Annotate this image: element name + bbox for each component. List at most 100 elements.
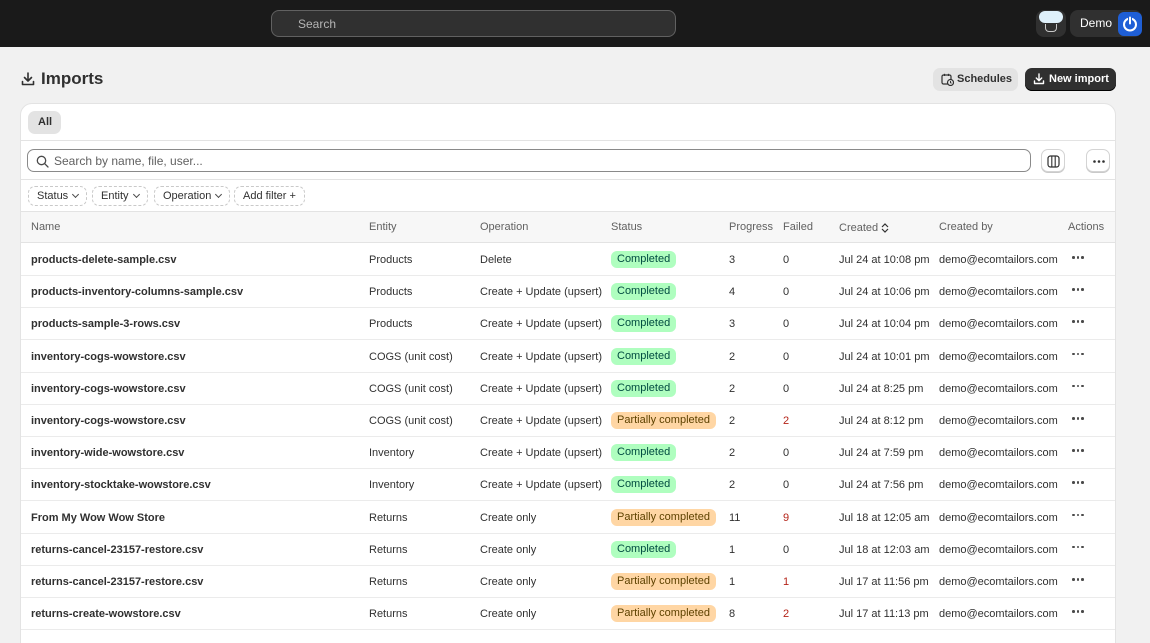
dot [1076,481,1079,484]
import-operation: Create + Update (upsert) [480,382,602,395]
import-progress: 2 [729,415,736,427]
table-row[interactable]: products-delete-sample.csv Products Delete… [21,244,1115,276]
row-actions-icon[interactable] [1070,540,1086,554]
table-row[interactable]: products-sample-3-rows.csv Products Create… [21,308,1115,341]
import-operation: Create + Update (upsert) [480,447,602,460]
dot [1072,545,1075,549]
filter-status[interactable]: Status [28,186,88,206]
dot [1076,352,1079,356]
columns-button[interactable] [1041,149,1065,172]
column-actions: Actions [1068,221,1105,233]
more-options-button[interactable] [1086,149,1110,172]
column-failed[interactable]: Failed [783,221,813,233]
import-progress: 11 [729,511,741,524]
dot [1076,417,1079,420]
new-import-button[interactable]: New import [1025,68,1116,91]
table-row[interactable]: inventory-cogs-wowstore.csv COGS (unit co… [21,373,1115,405]
import-created-date: Jul 17 at 11:13 pm [839,608,929,621]
add-filter-button[interactable]: Add filter + [234,186,305,206]
import-file-name: products-sample-3-rows.csv [31,318,181,331]
dot [1072,320,1075,323]
dot [1076,256,1079,259]
dot [1076,513,1079,517]
import-failed-count: 9 [783,511,790,524]
row-actions-icon[interactable] [1070,443,1086,457]
table-row[interactable]: inventory-cogs-wowstore.csv COGS (unit co… [21,405,1115,437]
column-created-by[interactable]: Created by [939,221,993,233]
search-row: Search by name, file, user... [21,142,1115,180]
import-created-date: Jul 24 at 10:08 pm [839,254,930,266]
import-progress: 2 [729,479,736,492]
column-progress[interactable]: Progress [729,221,773,233]
row-actions-icon[interactable] [1070,250,1086,264]
import-created-by: demo@ecomtailors.com [939,608,1058,621]
notifications-button[interactable] [1036,10,1066,37]
dot [1081,481,1084,484]
avatar[interactable] [1118,12,1142,36]
column-name[interactable]: Name [31,221,60,233]
status-badge: Completed [611,444,677,462]
row-actions-icon[interactable] [1070,282,1086,296]
import-created-by: demo@ecomtailors.com [939,543,1058,556]
row-actions-icon[interactable] [1070,411,1086,425]
import-entity: Returns [369,511,408,524]
import-file-name: inventory-wide-wowstore.csv [31,447,185,460]
import-progress: 8 [729,608,736,621]
import-created-by: demo@ecomtailors.com [939,254,1058,266]
import-failed-count: 0 [783,543,790,556]
row-actions-icon[interactable] [1070,604,1086,618]
notification-bubble-icon [1039,11,1063,23]
import-progress: 2 [729,447,736,460]
column-operation[interactable]: Operation [480,221,528,233]
import-created-by: demo@ecomtailors.com [939,511,1058,524]
import-file-name: returns-cancel-23157-restore.csv [31,576,204,588]
row-actions-icon[interactable] [1070,347,1086,361]
column-created[interactable]: Created [839,221,889,234]
global-search-input[interactable]: Search [271,10,676,37]
filter-row: Status Entity Operation Add filter + [21,181,1115,212]
table-row[interactable]: returns-create-wowstore.csv Returns Create… [21,598,1115,631]
row-actions-icon[interactable] [1070,572,1086,586]
row-actions-icon[interactable] [1070,475,1086,489]
filter-entity[interactable]: Entity [92,186,148,206]
dot [1072,513,1075,517]
filter-operation[interactable]: Operation [154,186,231,206]
dot [1081,352,1084,356]
column-entity[interactable]: Entity [369,221,397,233]
table-row[interactable]: products-inventory-columns-sample.csv Pro… [21,276,1115,309]
import-entity: Returns [369,608,408,621]
import-operation: Create only [480,511,537,524]
row-actions-icon[interactable] [1070,314,1086,328]
dot [1072,288,1075,291]
import-failed-count: 0 [783,318,790,331]
table-row[interactable]: returns-cancel-23157-restore.csv Returns C… [21,566,1115,598]
table-row[interactable]: From My Wow Wow Store Returns Create only P… [21,502,1115,534]
table-row[interactable]: inventory-wide-wowstore.csv Inventory Crea… [21,437,1115,470]
table-row[interactable]: inventory-cogs-wowstore.csv COGS (unit co… [21,341,1115,373]
schedules-button[interactable]: Schedules [933,68,1018,91]
status-badge: Completed [611,476,677,494]
import-entity: COGS (unit cost) [369,350,453,363]
table-row[interactable]: returns-cancel-23157-restore.csv Returns C… [21,534,1115,566]
schedules-label: Schedules [957,73,1013,85]
table-row[interactable]: inventory-stocktake-wowstore.csv Inventor… [21,469,1115,502]
dot [1081,320,1084,323]
search-input[interactable]: Search by name, file, user... [27,149,1031,172]
import-entity: COGS (unit cost) [369,382,453,395]
import-operation: Create + Update (upsert) [480,286,602,299]
dot [1072,449,1075,452]
import-created-by: demo@ecomtailors.com [939,447,1058,460]
row-actions-icon[interactable] [1070,379,1086,393]
column-status[interactable]: Status [611,221,642,233]
tab-all[interactable]: All [28,111,61,134]
search-icon [36,155,49,168]
dot [1081,256,1084,259]
chevron-down-icon [132,190,140,199]
import-operation: Create only [480,576,537,588]
import-progress: 2 [729,350,736,363]
tabs-bar: All [21,104,1115,141]
status-badge: Completed [611,315,677,333]
import-file-name: products-delete-sample.csv [31,254,177,266]
import-operation: Delete [480,254,512,266]
row-actions-icon[interactable] [1070,508,1086,522]
